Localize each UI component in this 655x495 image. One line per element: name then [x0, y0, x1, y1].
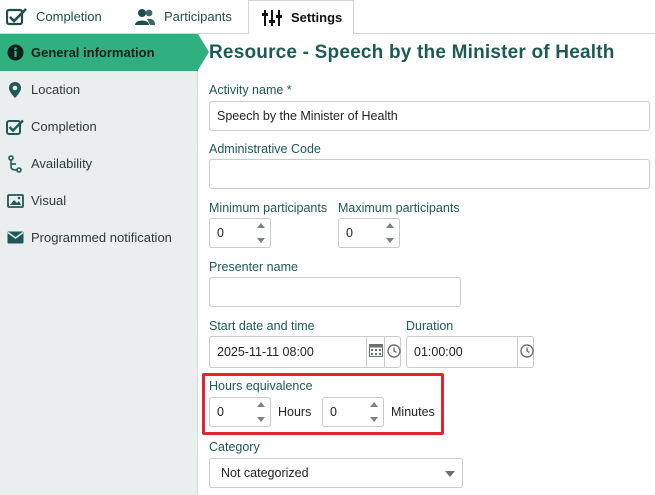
select-value: Not categorized — [221, 466, 309, 480]
min-participants-label: Minimum participants — [209, 201, 328, 215]
sidebar-item-general-information[interactable]: General information — [0, 34, 209, 71]
category-label: Category — [209, 440, 260, 454]
sidebar: General information Location Completion … — [0, 34, 209, 495]
activity-name-input[interactable] — [209, 101, 650, 131]
tab-completion[interactable]: Completion — [6, 0, 102, 33]
calendar-icon — [368, 344, 383, 360]
tab-label: Participants — [164, 9, 232, 24]
sidebar-item-programmed-notification[interactable]: Programmed notification — [0, 219, 198, 256]
stepper-value: 0 — [217, 405, 224, 419]
sidebar-item-label: Visual — [31, 193, 67, 208]
duration-time-button[interactable] — [517, 337, 535, 367]
sidebar-item-completion[interactable]: Completion — [0, 108, 198, 145]
chevron-down-icon — [445, 471, 455, 477]
max-participants-stepper[interactable]: 0 — [338, 218, 400, 248]
start-datetime-input[interactable]: 2025-11-11 08:00 — [209, 336, 401, 368]
map-pin-icon — [6, 81, 24, 99]
hours-unit-label: Hours — [278, 405, 312, 419]
stepper-arrows[interactable] — [370, 402, 379, 422]
tab-participants[interactable]: Participants — [134, 0, 232, 33]
sidebar-item-label: Availability — [31, 156, 93, 171]
image-icon — [6, 192, 24, 210]
duration-value: 01:00:00 — [414, 345, 463, 359]
sidebar-item-availability[interactable]: Availability — [0, 145, 198, 182]
sidebar-item-label: Location — [31, 82, 81, 97]
sidebar-item-label: General information — [31, 45, 155, 60]
minutes-unit-label: Minutes — [391, 405, 435, 419]
envelope-icon — [6, 229, 24, 247]
flow-icon — [6, 154, 24, 173]
users-icon — [134, 8, 156, 26]
sliders-icon — [261, 9, 283, 27]
presenter-name-input[interactable] — [209, 277, 461, 307]
checkbox-icon — [6, 118, 24, 136]
datetime-value: 2025-11-11 08:00 — [217, 345, 314, 359]
minutes-stepper[interactable]: 0 — [322, 397, 384, 427]
stepper-arrows[interactable] — [257, 402, 266, 422]
admin-code-label: Administrative Code — [209, 142, 321, 156]
info-icon — [6, 44, 24, 62]
page-title: Resource - Speech by the Minister of Hea… — [209, 42, 615, 63]
clock-icon — [386, 343, 401, 361]
stepper-arrows[interactable] — [386, 223, 395, 243]
stepper-arrows[interactable] — [257, 223, 266, 243]
min-participants-stepper[interactable]: 0 — [209, 218, 271, 248]
sidebar-item-label: Programmed notification — [31, 230, 172, 245]
duration-input[interactable]: 01:00:00 — [406, 336, 534, 368]
tab-label: Completion — [36, 9, 102, 24]
category-select[interactable]: Not categorized — [209, 458, 463, 488]
tab-label: Settings — [291, 10, 343, 25]
duration-label: Duration — [406, 319, 454, 333]
presenter-name-label: Presenter name — [209, 260, 298, 274]
stepper-value: 0 — [217, 226, 224, 240]
sidebar-item-label: Completion — [31, 119, 97, 134]
admin-code-input[interactable] — [209, 159, 650, 189]
hours-stepper[interactable]: 0 — [209, 397, 271, 427]
tab-settings[interactable]: Settings — [248, 0, 354, 34]
hours-equivalence-label: Hours equivalence — [209, 379, 313, 393]
stepper-value: 0 — [330, 405, 337, 419]
start-datetime-label: Start date and time — [209, 319, 315, 333]
stepper-value: 0 — [346, 226, 353, 240]
clock-icon — [519, 343, 534, 361]
checkbox-icon — [6, 7, 28, 26]
time-button[interactable] — [384, 337, 402, 367]
activity-name-label: Activity name * — [209, 83, 292, 97]
calendar-button[interactable] — [366, 337, 384, 367]
tab-bar: Completion Participants Settings — [0, 0, 655, 34]
max-participants-label: Maximum participants — [338, 201, 460, 215]
sidebar-item-location[interactable]: Location — [0, 71, 198, 108]
sidebar-item-visual[interactable]: Visual — [0, 182, 198, 219]
